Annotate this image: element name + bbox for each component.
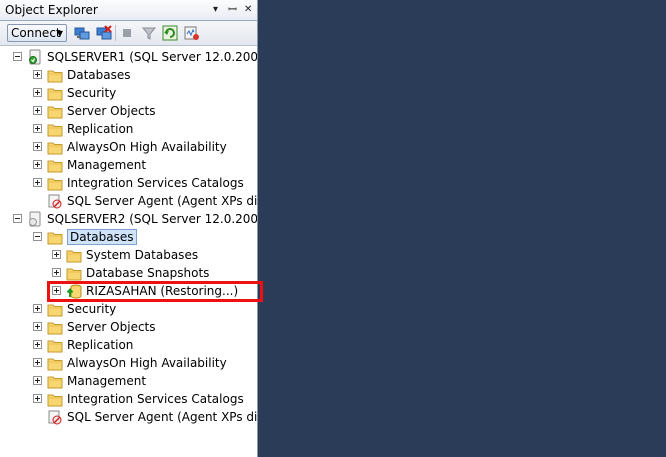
- tree-server2-folder-label: Security: [67, 302, 117, 316]
- tree-server2-databases-label: Databases: [67, 229, 137, 245]
- folder-icon: [47, 158, 63, 173]
- folder-icon: [47, 320, 63, 335]
- expand-toggle-icon[interactable]: [33, 124, 42, 133]
- server-connected-icon: [27, 49, 43, 65]
- server-icon: [27, 211, 43, 227]
- connect-object-explorer-icon[interactable]: [74, 25, 90, 41]
- object-explorer-panel: Object Explorer ▾ ꟷ ✕ Connect ▼ SQLSERVE…: [0, 0, 258, 457]
- folder-icon: [47, 302, 63, 317]
- tree-server2-db-folder-label: Database Snapshots: [86, 266, 210, 280]
- expand-toggle-icon[interactable]: [33, 394, 42, 403]
- tree-server1-folder-label: Management: [67, 158, 147, 172]
- tree-server2-folder-label: Management: [67, 374, 147, 388]
- chevron-down-icon: ▼: [56, 29, 63, 38]
- tree-server2-folder-label: AlwaysOn High Availability: [67, 356, 227, 370]
- auto-hide-pin-icon[interactable]: ꟷ: [228, 3, 237, 17]
- panel-title: Object Explorer: [5, 3, 98, 17]
- expand-toggle-icon[interactable]: [33, 88, 42, 97]
- tree-server2-folder-label: Server Objects: [67, 320, 156, 334]
- tree-server1-folder-label: Databases: [67, 68, 131, 82]
- folder-icon: [66, 248, 82, 263]
- expand-toggle-icon[interactable]: [33, 160, 42, 169]
- object-explorer-toolbar: Connect ▼: [0, 21, 257, 46]
- collapse-toggle-icon[interactable]: [13, 52, 22, 61]
- expand-toggle-icon[interactable]: [33, 322, 42, 331]
- tree-server2-db-folder-label: System Databases: [86, 248, 199, 262]
- connect-label: Connect: [11, 26, 61, 40]
- tree-server2-agent-label: SQL Server Agent (Agent XPs disabl: [67, 410, 258, 424]
- connect-button[interactable]: Connect ▼: [7, 24, 67, 42]
- refresh-icon[interactable]: [162, 25, 178, 41]
- tree-server2-label: SQLSERVER2 (SQL Server 12.0.2000 - TES: [47, 212, 258, 226]
- expand-toggle-icon[interactable]: [52, 250, 61, 259]
- sql-agent-disabled-icon: [47, 193, 63, 209]
- expand-toggle-icon[interactable]: [33, 106, 42, 115]
- tree-server1-folder-label: Replication: [67, 122, 134, 136]
- folder-icon: [47, 104, 63, 119]
- folder-icon: [47, 122, 63, 137]
- folder-icon: [47, 86, 63, 101]
- window-position-dropdown-icon[interactable]: ▾: [213, 3, 218, 17]
- close-icon[interactable]: ✕: [244, 3, 252, 17]
- object-explorer-tree: SQLSERVER1 (SQL Server 12.0.2000 - TES Da…: [0, 48, 258, 457]
- folder-icon: [66, 266, 82, 281]
- folder-icon: [47, 176, 63, 191]
- folder-icon: [47, 392, 63, 407]
- expand-toggle-icon[interactable]: [52, 268, 61, 277]
- expand-toggle-icon[interactable]: [33, 340, 42, 349]
- expand-toggle-icon[interactable]: [33, 358, 42, 367]
- collapse-toggle-icon[interactable]: [13, 214, 22, 223]
- toolbar-separator: [115, 25, 116, 41]
- expand-toggle-icon[interactable]: [33, 142, 42, 151]
- expand-toggle-icon[interactable]: [33, 70, 42, 79]
- expand-toggle-icon[interactable]: [33, 376, 42, 385]
- tree-server1-folder-label: Server Objects: [67, 104, 156, 118]
- tree-server1-agent-label: SQL Server Agent (Agent XPs disabl: [67, 194, 258, 208]
- folder-icon: [47, 356, 63, 371]
- tree-server1-label: SQLSERVER1 (SQL Server 12.0.2000 - TES: [47, 50, 258, 64]
- filter-icon[interactable]: [141, 25, 157, 41]
- highlight-annotation-box: [47, 281, 263, 302]
- sql-agent-disabled-icon: [47, 409, 63, 425]
- folder-icon: [47, 230, 63, 245]
- stop-icon[interactable]: [119, 25, 135, 41]
- tree-server1-folder-label: AlwaysOn High Availability: [67, 140, 227, 154]
- expand-toggle-icon[interactable]: [33, 304, 42, 313]
- tree-server1-folder-label: Integration Services Catalogs: [67, 176, 244, 190]
- folder-icon: [47, 374, 63, 389]
- folder-icon: [47, 338, 63, 353]
- tree-server2-folder-label: Replication: [67, 338, 134, 352]
- tree-server2-folder-label: Integration Services Catalogs: [67, 392, 244, 406]
- collapse-toggle-icon[interactable]: [33, 232, 42, 241]
- tree-server1-folder-label: Security: [67, 86, 117, 100]
- folder-icon: [47, 68, 63, 83]
- object-explorer-titlebar: Object Explorer ▾ ꟷ ✕: [0, 0, 257, 21]
- folder-icon: [47, 140, 63, 155]
- disconnect-icon[interactable]: [96, 25, 112, 41]
- expand-toggle-icon[interactable]: [33, 178, 42, 187]
- activity-monitor-icon[interactable]: [184, 25, 200, 41]
